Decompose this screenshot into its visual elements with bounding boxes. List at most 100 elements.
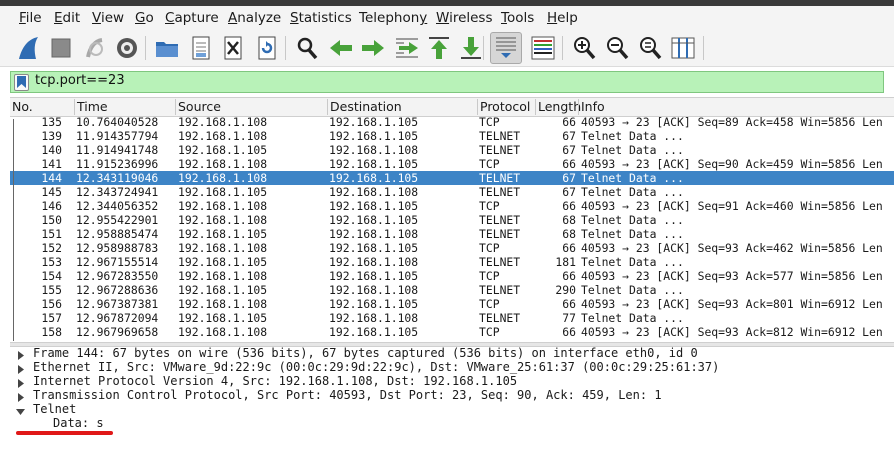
first-packet-icon[interactable] (424, 33, 454, 63)
packet-cell-info: Telnet Data ... (581, 185, 684, 199)
column-header-time[interactable]: Time (74, 99, 175, 115)
packet-cell-src: 192.168.1.108 (178, 213, 268, 227)
packet-cell-proto: TELNET (479, 185, 521, 199)
restart-capture-icon[interactable] (80, 33, 110, 63)
packet-row[interactable]: 155 12.967288636 192.168.1.105 192.168.1.10… (10, 283, 894, 297)
toolbar-separator (483, 36, 484, 60)
menu-telephony[interactable]: Telephony (359, 10, 427, 26)
packet-row[interactable]: 139 11.914357794 192.168.1.108 192.168.1.10… (10, 129, 894, 143)
normal-size-icon[interactable] (635, 33, 665, 63)
packet-cell-dst: 192.168.1.105 (329, 115, 419, 129)
packet-cell-dst: 192.168.1.108 (329, 227, 419, 241)
packet-cell-proto: TELNET (479, 227, 521, 241)
column-header-length[interactable]: Length (535, 99, 581, 115)
packet-row[interactable]: 144 12.343119046 192.168.1.108 192.168.1.10… (10, 171, 894, 185)
menu-tools[interactable]: Tools (501, 10, 534, 26)
packet-row[interactable]: 157 12.967872094 192.168.1.105 192.168.1.10… (10, 311, 894, 325)
packet-cell-len: 67 (562, 185, 576, 199)
menu-statistics[interactable]: Statistics (290, 10, 352, 26)
column-header-source[interactable]: Source (175, 99, 327, 115)
packet-row[interactable]: 156 12.967387381 192.168.1.108 192.168.1.10… (10, 297, 894, 311)
capture-options-gear-icon[interactable] (112, 33, 142, 63)
packet-cell-info: 40593 → 23 [ACK] Seq=93 Ack=801 Win=6912… (581, 297, 883, 311)
packet-cell-len: 77 (562, 311, 576, 325)
collapsed-arrow-icon[interactable] (16, 349, 25, 363)
zoom-in-icon[interactable] (569, 33, 599, 63)
resize-columns-icon[interactable] (668, 33, 698, 63)
zoom-out-icon[interactable] (602, 33, 632, 63)
packet-row[interactable]: 140 11.914941748 192.168.1.105 192.168.1.10… (10, 143, 894, 157)
save-file-icon[interactable] (186, 33, 216, 63)
menu-file[interactable]: File (19, 10, 42, 26)
column-header-destination[interactable]: Destination (327, 99, 477, 115)
packet-row[interactable]: 146 12.344056352 192.168.1.108 192.168.1.10… (10, 199, 894, 213)
collapsed-arrow-icon[interactable] (16, 363, 25, 377)
menu-go[interactable]: Go (135, 10, 154, 26)
display-filter-input[interactable]: tcp.port==23 (35, 73, 125, 88)
display-filter-bar[interactable]: tcp.port==23 (10, 71, 884, 93)
open-folder-icon[interactable] (152, 33, 182, 63)
packet-cell-time: 12.344056352 (76, 199, 159, 213)
packet-cell-len: 66 (562, 297, 576, 311)
detail-tree-label: Telnet (33, 402, 77, 416)
packet-row[interactable]: 150 12.955422901 192.168.1.108 192.168.1.10… (10, 213, 894, 227)
detail-tree-label: Internet Protocol Version 4, Src: 192.16… (33, 374, 518, 388)
packet-row[interactable]: 154 12.967283550 192.168.1.108 192.168.1.10… (10, 269, 894, 283)
reload-icon[interactable] (252, 33, 282, 63)
close-file-icon[interactable] (218, 33, 248, 63)
packet-cell-len: 67 (562, 129, 576, 143)
menu-wireless[interactable]: Wireless (436, 10, 493, 26)
menu-view[interactable]: View (92, 10, 124, 26)
menu-edit[interactable]: Edit (54, 10, 80, 26)
go-to-packet-icon[interactable] (392, 33, 422, 63)
packet-cell-src: 192.168.1.105 (178, 227, 268, 241)
collapsed-arrow-icon[interactable] (16, 391, 25, 405)
packet-cell-time: 12.967872094 (76, 311, 159, 325)
go-forward-icon[interactable] (358, 33, 388, 63)
packet-row[interactable]: 141 11.915236996 192.168.1.108 192.168.1.10… (10, 157, 894, 171)
packet-cell-dst: 192.168.1.108 (329, 143, 419, 157)
left-margin (0, 97, 10, 470)
packet-cell-src: 192.168.1.108 (178, 297, 268, 311)
packet-cell-dst: 192.168.1.105 (329, 325, 419, 339)
packet-cell-src: 192.168.1.108 (178, 115, 268, 129)
telnet-data-field[interactable]: Data: s (53, 416, 104, 430)
packet-row[interactable]: 152 12.958988783 192.168.1.108 192.168.1.10… (10, 241, 894, 255)
column-header-info[interactable]: Info (578, 99, 894, 115)
packet-cell-src: 192.168.1.105 (178, 311, 268, 325)
packet-row[interactable]: 151 12.958885474 192.168.1.105 192.168.1.10… (10, 227, 894, 241)
packet-cell-dst: 192.168.1.105 (329, 157, 419, 171)
packet-cell-dst: 192.168.1.108 (329, 185, 419, 199)
column-header-no[interactable]: No. (10, 99, 74, 115)
auto-scroll-icon[interactable] (490, 32, 522, 64)
packet-details: Frame 144: 67 bytes on wire (536 bits), … (10, 346, 894, 470)
packet-cell-len: 66 (562, 115, 576, 129)
packet-cell-time: 11.914941748 (76, 143, 159, 157)
menu-analyze[interactable]: Analyze (228, 10, 281, 26)
filter-bookmark-icon[interactable] (14, 74, 29, 91)
shark-fin-start-icon[interactable] (14, 33, 44, 63)
packet-row[interactable]: 158 12.967969658 192.168.1.108 192.168.1.10… (10, 325, 894, 339)
menu-help[interactable]: Help (547, 10, 578, 26)
toolbar-separator (285, 36, 286, 60)
last-packet-icon[interactable] (456, 33, 486, 63)
packet-cell-proto: TELNET (479, 213, 521, 227)
packet-row[interactable]: 135 10.764040528 192.168.1.108 192.168.1.10… (10, 115, 894, 129)
packet-cell-time: 12.343724941 (76, 185, 159, 199)
packet-row[interactable]: 153 12.967155514 192.168.1.105 192.168.1.10… (10, 255, 894, 269)
packet-cell-proto: TCP (479, 325, 500, 339)
toolbar-separator (145, 36, 146, 60)
packet-row[interactable]: 145 12.343724941 192.168.1.105 192.168.1.10… (10, 185, 894, 199)
column-header-protocol[interactable]: Protocol (477, 99, 535, 115)
packet-cell-src: 192.168.1.108 (178, 171, 268, 185)
stop-capture-icon[interactable] (46, 33, 76, 63)
colorize-icon[interactable] (528, 33, 558, 63)
menu-capture[interactable]: Capture (165, 10, 219, 26)
packet-cell-len: 67 (562, 143, 576, 157)
packet-cell-len: 181 (555, 255, 576, 269)
find-packet-icon[interactable] (292, 33, 322, 63)
expanded-arrow-icon[interactable] (16, 405, 25, 419)
go-back-icon[interactable] (326, 33, 356, 63)
collapsed-arrow-icon[interactable] (16, 377, 25, 391)
packet-cell-src: 192.168.1.108 (178, 129, 268, 143)
